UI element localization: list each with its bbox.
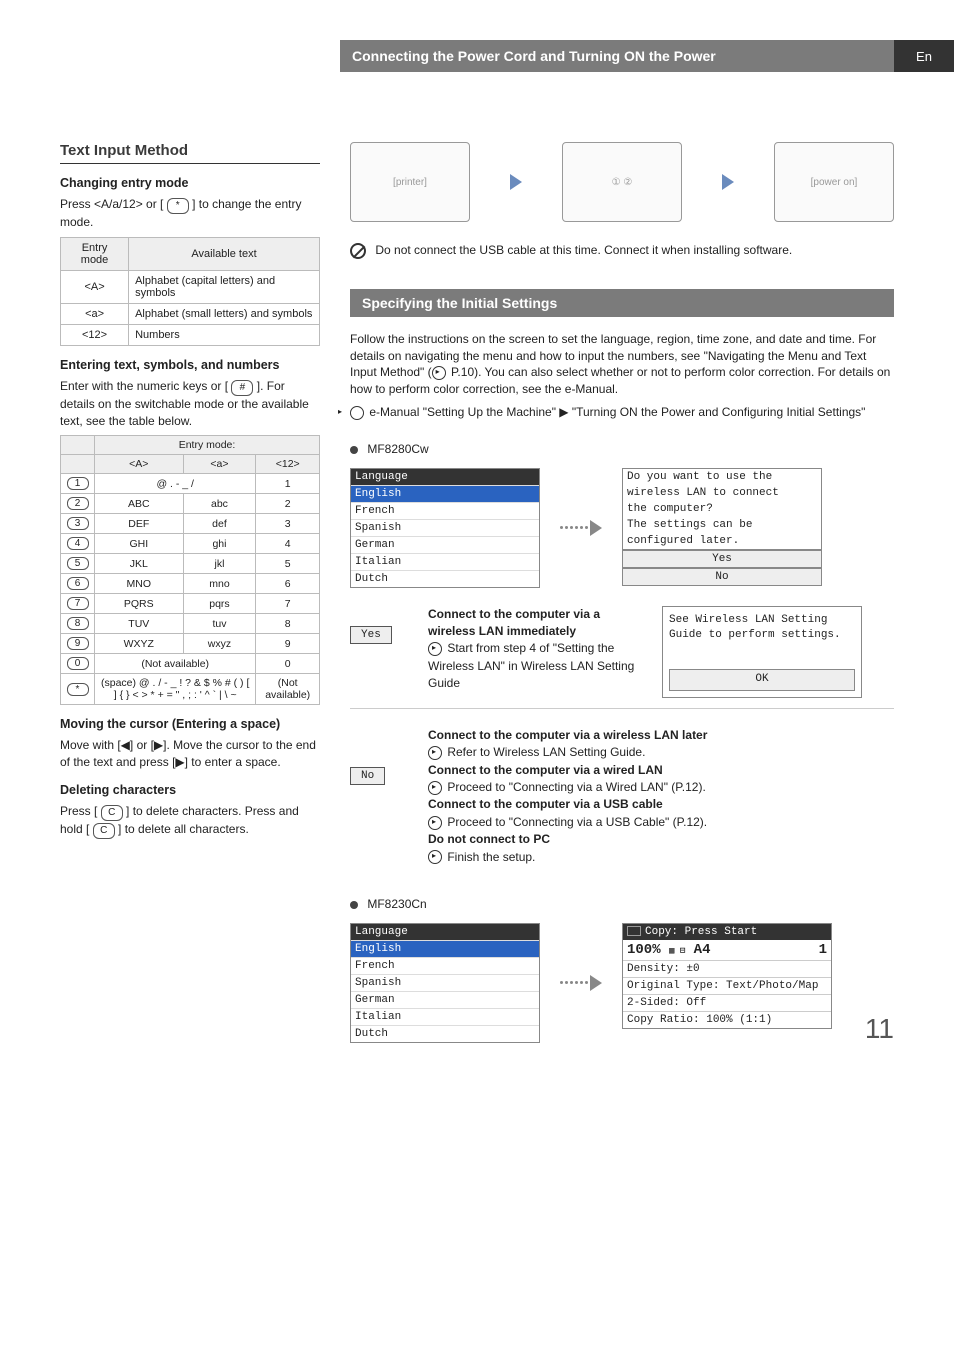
numeric-key-icon: 9 [67,637,89,650]
language-lcd-2: Language English FrenchSpanishGermanItal… [350,923,540,1043]
lcd-yes-button[interactable]: Yes [622,550,822,568]
printer-illustration-1: [printer] [350,142,470,222]
moving-cursor-heading: Moving the cursor (Entering a space) [60,717,320,731]
no-opt2-t: Proceed to "Connecting via a Wired LAN" … [447,780,705,794]
model-label-1: MF8280Cw [350,441,894,458]
numeric-key-icon: * [67,683,89,696]
bullet-icon [350,901,358,909]
star-key-icon: * [167,198,189,214]
c-key-icon-2: C [93,823,115,839]
lcd-ok-button[interactable]: OK [669,669,855,690]
reference-icon [350,406,364,420]
emanual-ref: e-Manual "Setting Up the Machine" ▶ "Tur… [350,404,894,421]
no-opt1-t: Refer to Wireless LAN Setting Guide. [447,745,645,759]
numeric-key-icon: 3 [67,517,89,530]
entering-text-heading: Entering text, symbols, and numbers [60,358,320,372]
hash-key-icon: # [231,380,253,396]
entering-text-para: Enter with the numeric keys or [ # ]. Fo… [60,378,320,430]
moving-cursor-text: Move with [◀] or [▶]. Move the cursor to… [60,737,320,771]
wireless-prompt-lcd: Do you want to use the wireless LAN to c… [622,468,822,550]
language-lcd-1: Language English FrenchSpanishGermanItal… [350,468,540,588]
c-key-icon: C [101,805,123,821]
language-tab: En [894,40,954,72]
arrow-icon [510,174,522,190]
prohibit-icon [350,243,366,259]
printer-illustration-2: ① ② [562,142,682,222]
copy-icon [627,926,641,936]
lcd-no-button[interactable]: No [622,568,822,586]
changing-entry-mode-heading: Changing entry mode [60,176,320,190]
reference-icon [428,746,442,760]
yes-option-heading: Connect to the computer via a wireless L… [428,607,600,638]
text-input-heading: Text Input Method [60,142,320,164]
copy-screen-lcd: Copy: Press Start 100% ▦ ⊟ A4 1 Density:… [622,923,832,1029]
numeric-key-icon: 8 [67,617,89,630]
numeric-key-icon: 7 [67,597,89,610]
no-opt4-t: Finish the setup. [447,850,535,864]
setup-figure-row: [printer] ① ② [power on] [350,142,894,222]
arrow-icon [722,174,734,190]
no-branch-button: No [350,767,385,785]
numeric-key-icon: 1 [67,477,89,490]
key-character-table: Entry mode: <A><a><12> 1@ . - _ /12ABCab… [60,435,320,705]
yes-branch-button: Yes [350,626,392,644]
reference-icon [428,850,442,864]
deleting-chars-text: Press [ C ] to delete characters. Press … [60,803,320,839]
printer-illustration-3: [power on] [774,142,894,222]
initial-settings-heading: Specifying the Initial Settings [350,289,894,317]
reference-icon [428,642,442,656]
dotted-arrow-icon [560,520,602,536]
no-opt3-t: Proceed to "Connecting via a USB Cable" … [447,815,707,829]
changing-entry-mode-text: Press <A/a/12> or [ * ] to change the en… [60,196,320,231]
no-opt2-h: Connect to the computer via a wired LAN [428,763,663,777]
no-opt3-h: Connect to the computer via a USB cable [428,797,663,811]
no-opt1-h: Connect to the computer via a wireless L… [428,728,707,742]
model-label-2: MF8230Cn [350,896,894,913]
dotted-arrow-icon [560,975,602,991]
numeric-key-icon: 5 [67,557,89,570]
top-section-title: Connecting the Power Cord and Turning ON… [340,40,894,72]
no-opt4-h: Do not connect to PC [428,832,550,846]
numeric-key-icon: 6 [67,577,89,590]
numeric-key-icon: 2 [67,497,89,510]
numeric-key-icon: 4 [67,537,89,550]
page-number: 11 [865,1013,894,1045]
initial-settings-intro: Follow the instructions on the screen to… [350,331,894,398]
reference-icon [428,781,442,795]
bullet-icon [350,446,358,454]
no-usb-note: Do not connect the USB cable at this tim… [350,242,894,259]
deleting-chars-heading: Deleting characters [60,783,320,797]
yes-option-text: Start from step 4 of "Setting the Wirele… [428,641,634,690]
numeric-key-icon: 0 [67,657,89,670]
wireless-lan-setting-lcd: See Wireless LAN Setting Guide to perfor… [662,606,862,698]
reference-icon [432,366,446,380]
entry-mode-table: Entry modeAvailable text <A>Alphabet (ca… [60,237,320,346]
reference-icon [428,816,442,830]
